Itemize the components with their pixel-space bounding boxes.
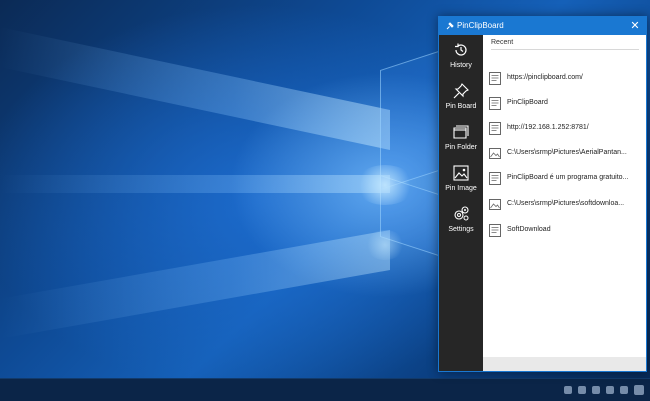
list-item[interactable]: C:\Users\srmp\Pictures\softdownloa... [487, 195, 639, 215]
image-file-icon [489, 148, 501, 159]
sidebar-item-settings[interactable]: Settings [439, 201, 483, 241]
list-item-text: C:\Users\srmp\Pictures\softdownloa... [507, 200, 625, 207]
battery-icon[interactable] [606, 386, 614, 394]
list-item[interactable]: https://pinclipboard.com/ [487, 69, 639, 89]
list-item-text: PinClipBoard é um programa gratuito... [507, 174, 629, 181]
system-tray[interactable] [564, 382, 644, 398]
sidebar-item-label: Pin Folder [445, 144, 477, 151]
sidebar-item-pin-board[interactable]: Pin Board [439, 78, 483, 118]
list-item[interactable]: C:\Users\srmp\Pictures\AerialPantan... [487, 144, 639, 164]
folder-icon [453, 125, 469, 139]
close-button[interactable]: ✕ [628, 17, 642, 35]
sidebar-item-pin-folder[interactable]: Pin Folder [439, 119, 483, 159]
sidebar-item-label: Settings [448, 226, 474, 233]
list-item-text: SoftDownload [507, 226, 551, 233]
gear-icon [454, 206, 469, 221]
clipboard-list-panel: Recent https://pinclipboard.com/ PinClip… [483, 35, 646, 371]
history-icon [455, 43, 467, 56]
list-item-text: PinClipBoard [507, 99, 548, 106]
pin-app-icon [446, 22, 454, 30]
pin-icon [453, 83, 469, 99]
sidebar-item-label: Pin Image [445, 185, 477, 192]
keyboard-icon[interactable] [620, 386, 628, 394]
text-document-icon [489, 97, 501, 110]
text-document-icon [489, 72, 501, 85]
sidebar-item-pin-image[interactable]: Pin Image [439, 160, 483, 200]
text-document-icon [489, 172, 501, 185]
list-item[interactable]: http://192.168.1.252:8781/ [487, 119, 639, 139]
list-item-text: C:\Users\srmp\Pictures\AerialPantan... [507, 149, 627, 156]
status-strip [483, 357, 646, 371]
list-item[interactable]: SoftDownload [487, 221, 639, 241]
section-title-recent: Recent [491, 39, 639, 50]
text-document-icon [489, 224, 501, 237]
title-bar[interactable]: PinClipBoard ✕ [439, 17, 646, 35]
window-title: PinClipBoard [457, 21, 504, 30]
sidebar-item-history[interactable]: History [439, 37, 483, 77]
list-item[interactable]: PinClipBoard [487, 94, 639, 114]
notification-icon[interactable] [634, 385, 644, 395]
sidebar: History Pin Board Pin Folder Pin Image S… [439, 35, 483, 371]
volume-icon[interactable] [592, 386, 600, 394]
image-file-icon [489, 199, 501, 210]
taskbar [0, 378, 650, 401]
list-item-text: https://pinclipboard.com/ [507, 74, 583, 81]
pinclipboard-window: PinClipBoard ✕ History Pin Board Pin Fol… [438, 16, 647, 372]
tray-up-arrow-icon[interactable] [564, 386, 572, 394]
list-item[interactable]: PinClipBoard é um programa gratuito... [487, 169, 639, 189]
text-document-icon [489, 122, 501, 135]
network-icon[interactable] [578, 386, 586, 394]
list-item-text: http://192.168.1.252:8781/ [507, 124, 589, 131]
image-icon [453, 165, 469, 181]
sidebar-item-label: History [450, 62, 472, 69]
sidebar-item-label: Pin Board [445, 103, 477, 110]
